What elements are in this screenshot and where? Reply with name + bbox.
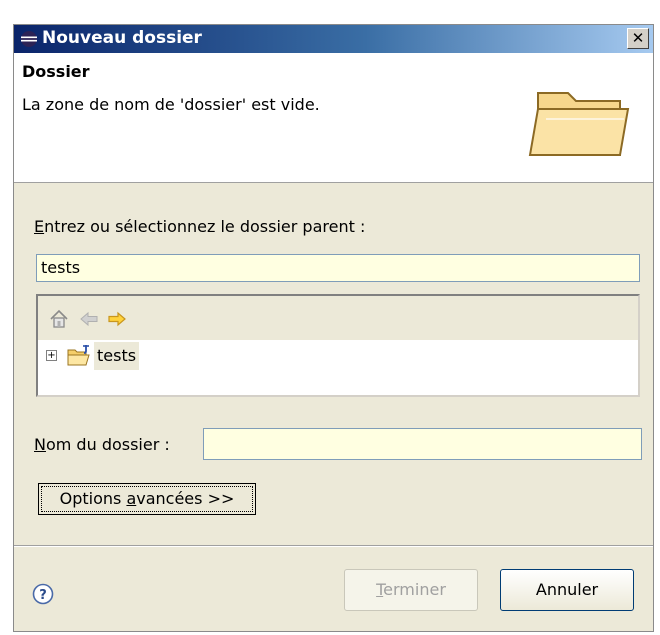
header-message: La zone de nom de 'dossier' est vide. [22, 95, 320, 114]
help-icon[interactable]: ? [32, 583, 54, 605]
close-icon: ✕ [631, 29, 645, 47]
cancel-button[interactable]: Annuler [500, 569, 634, 611]
tree-toolbar [38, 296, 638, 340]
expand-icon[interactable]: + [46, 350, 57, 361]
header-title: Dossier [22, 62, 90, 81]
back-arrow-icon[interactable] [78, 308, 100, 330]
advanced-options-button[interactable]: Options avancées >> [38, 483, 256, 515]
tree-item-tests[interactable]: + tests [38, 342, 638, 372]
eclipse-icon [21, 31, 37, 47]
new-folder-dialog: Nouveau dossier ✕ Dossier La zone de nom… [13, 24, 654, 632]
svg-text:?: ? [39, 588, 47, 603]
forward-arrow-icon[interactable] [106, 308, 128, 330]
home-icon[interactable] [48, 308, 70, 330]
wizard-header: Dossier La zone de nom de 'dossier' est … [14, 53, 653, 183]
separator-highlight [14, 546, 653, 547]
parent-folder-label: Entrez ou sélectionnez le dossier parent… [34, 217, 366, 236]
window-title: Nouveau dossier [42, 28, 202, 48]
folder-name-label: Nom du dossier : [34, 435, 170, 454]
close-button[interactable]: ✕ [627, 28, 649, 49]
title-bar[interactable]: Nouveau dossier ✕ [14, 25, 653, 53]
java-project-folder-icon [67, 345, 90, 366]
advanced-options-label: Options avancées >> [41, 486, 253, 512]
parent-folder-input[interactable]: tests [36, 254, 640, 282]
folder-name-input[interactable] [203, 428, 642, 460]
tree-item-label[interactable]: tests [94, 342, 140, 370]
folder-tree[interactable]: + tests [36, 294, 640, 397]
finish-button[interactable]: Terminer [344, 569, 478, 611]
folder-open-icon [528, 92, 630, 156]
